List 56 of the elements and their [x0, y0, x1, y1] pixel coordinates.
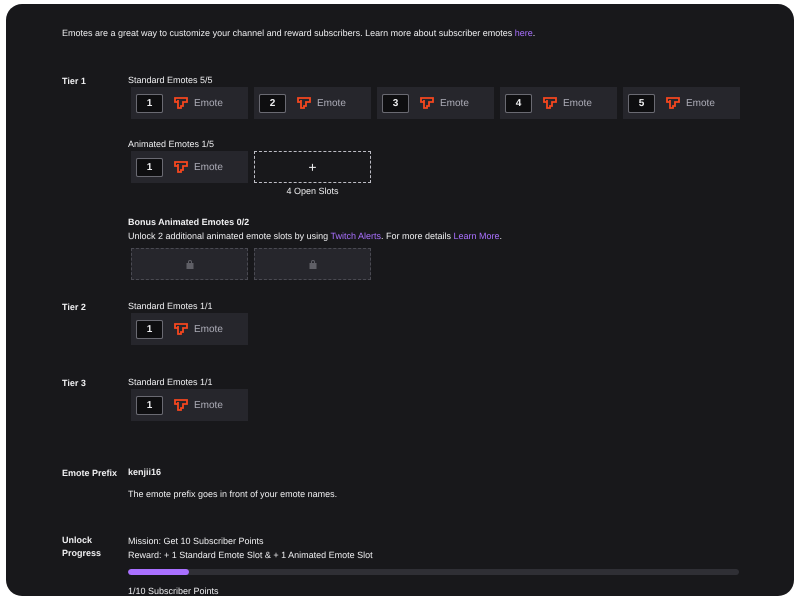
emote-logo-icon [420, 97, 434, 109]
emote-name: Emote [440, 98, 469, 108]
emote-slot[interactable]: 1 Emote [131, 151, 248, 183]
tier-label: Tier 2 [62, 301, 87, 314]
emote-logo-icon [666, 97, 680, 109]
emote-slot[interactable]: 2 Emote [254, 87, 371, 119]
lock-icon [308, 259, 316, 269]
emote-slot[interactable]: 4 Emote [500, 87, 617, 119]
slot-number: 1 [136, 158, 163, 176]
emote-slot[interactable]: 5 Emote [623, 87, 740, 119]
emote-slot[interactable]: 1 Emote [131, 389, 248, 421]
reward-text: Reward: + 1 Standard Emote Slot & + 1 Animated Emote Slot [128, 549, 374, 562]
mission-text: Mission: Get 10 Subscriber Points [128, 535, 265, 548]
emote-name: Emote [194, 162, 223, 172]
emote-name: Emote [194, 324, 223, 334]
emote-slot[interactable]: 3 Emote [377, 87, 494, 119]
slot-number: 5 [628, 94, 655, 112]
emote-name: Emote [686, 98, 715, 108]
intro-text: Emotes are a great way to customize your channel and reward subscribers. Learn more about subscriber emotes here. [62, 27, 536, 39]
add-button[interactable]: + [308, 160, 317, 174]
group-title: Standard Emotes 1/1 [128, 301, 214, 312]
group-title: Standard Emotes 5/5 [128, 75, 214, 86]
emote-name: Emote [194, 400, 223, 410]
slot-number: 2 [259, 94, 286, 112]
bonus-description: Unlock 2 additional animated emote slots by using Twitch Alerts. For more details Learn More. [128, 230, 504, 242]
progress-label: Unlock Progress [62, 534, 102, 560]
slot-number: 1 [136, 94, 163, 112]
emote-logo-icon [174, 161, 188, 173]
emote-name: Emote [563, 98, 592, 108]
prefix-label: Emote Prefix [62, 467, 118, 480]
slot-number: 1 [136, 320, 163, 338]
emote-name: Emote [194, 98, 223, 108]
emote-name: Emote [317, 98, 346, 108]
text-link[interactable]: Learn More [454, 231, 500, 241]
emote-slot[interactable]: 1 Emote [131, 87, 248, 119]
tier-label: Tier 1 [62, 75, 87, 88]
lock-icon [186, 259, 194, 269]
progress-reading: 1/10 Subscriber Points [128, 585, 220, 598]
prefix-hint: The emote prefix goes in front of your emote names. [128, 488, 338, 501]
tier-label: Tier 3 [62, 377, 87, 390]
emote-logo-icon [174, 97, 188, 109]
emote-logo-icon [174, 399, 188, 411]
slot-number: 3 [382, 94, 409, 112]
open-slots-caption: 4 Open Slots [286, 186, 339, 197]
group-title: Bonus Animated Emotes 0/2 [128, 217, 250, 228]
emote-slot[interactable]: 1 Emote [131, 313, 248, 345]
group-title: Animated Emotes 1/5 [128, 139, 216, 150]
prefix-value: kenjii16 [128, 467, 162, 478]
slot-number: 4 [505, 94, 532, 112]
group-title: Standard Emotes 1/1 [128, 377, 214, 388]
slot-number: 1 [136, 396, 163, 414]
emote-logo-icon [543, 97, 557, 109]
emote-logo-icon [174, 323, 188, 335]
text-link[interactable]: Twitch Alerts [330, 231, 381, 241]
emote-logo-icon [297, 97, 311, 109]
here-link[interactable]: here [514, 28, 533, 38]
